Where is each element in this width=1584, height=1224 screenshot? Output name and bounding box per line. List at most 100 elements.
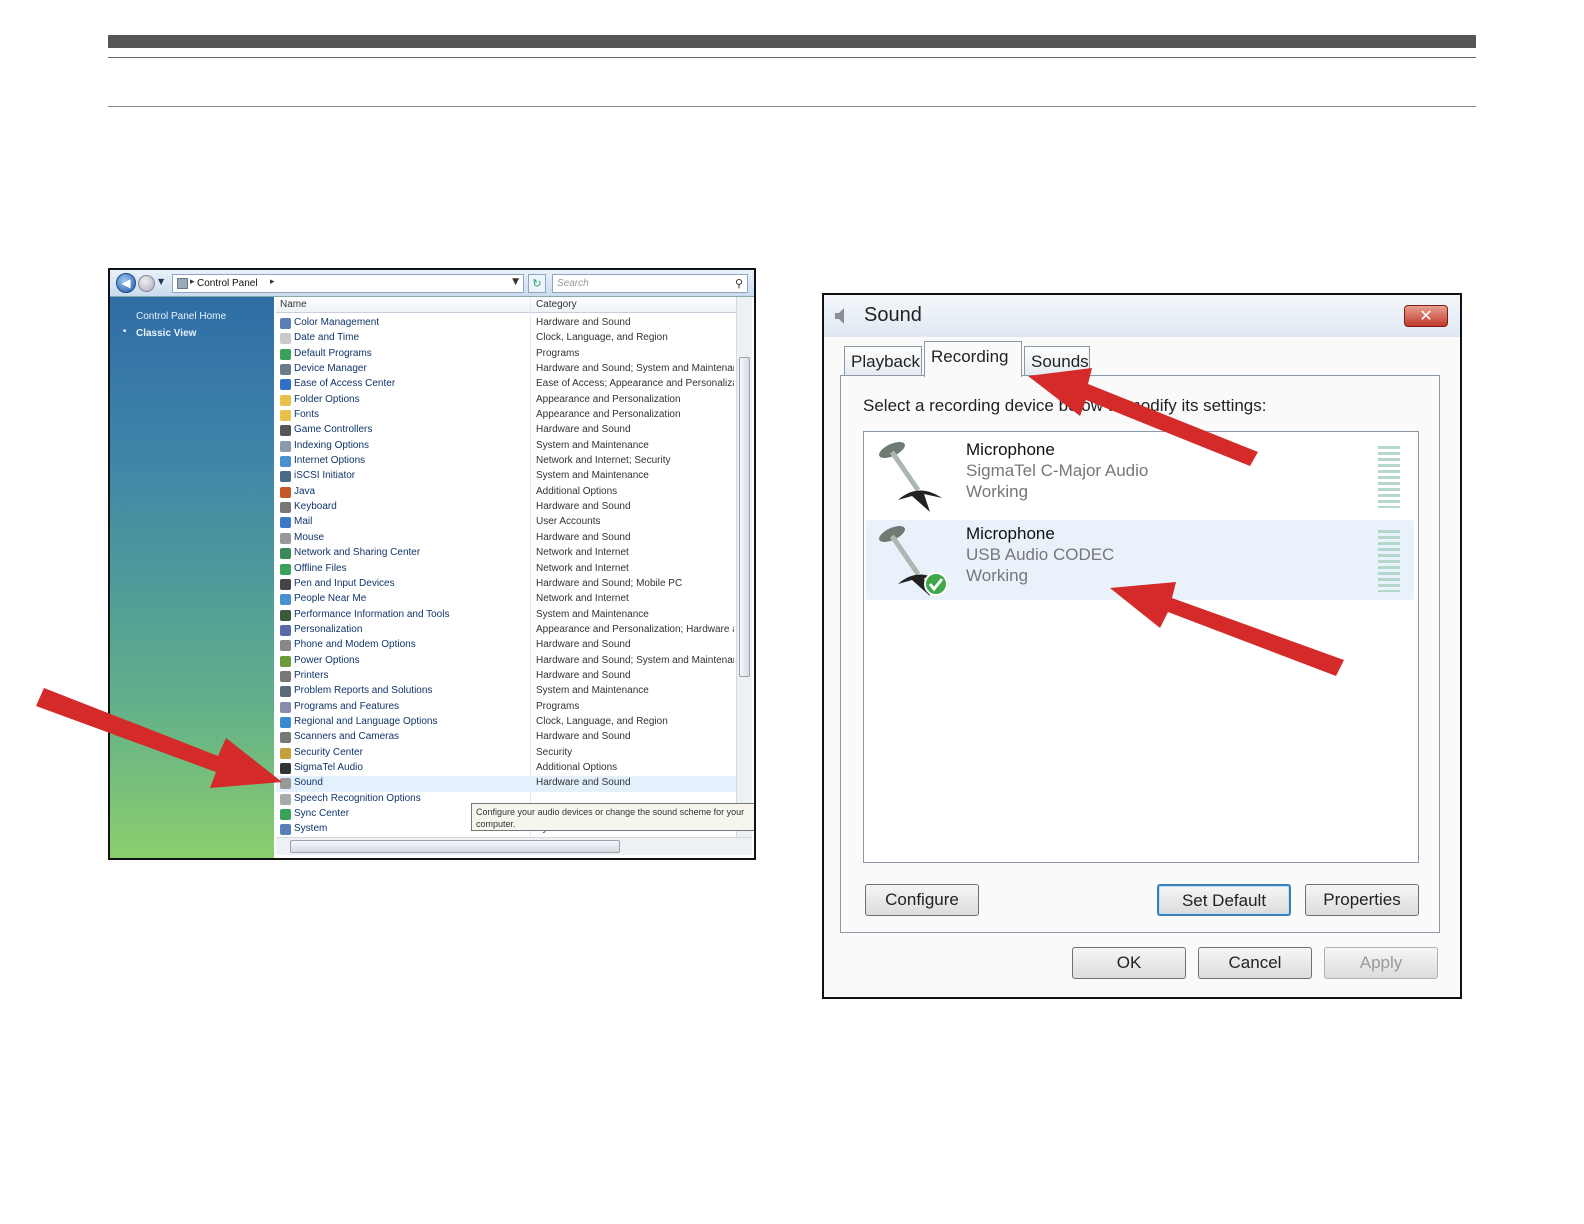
item-name: People Near Me (294, 593, 367, 605)
device-driver: USB Audio CODEC (966, 545, 1115, 564)
header-rule-thick (108, 35, 1476, 48)
list-item[interactable]: Programs and Features Programs (276, 700, 736, 715)
device-status: Working (966, 566, 1029, 585)
list-item[interactable]: Regional and Language Options Clock, Lang… (276, 715, 736, 730)
item-name: SigmaTel Audio (294, 761, 363, 773)
list-item[interactable]: Keyboard Hardware and Sound (276, 500, 736, 515)
history-dropdown-icon[interactable]: ▼ (158, 277, 164, 286)
column-name[interactable]: Name (280, 299, 307, 310)
set-default-button[interactable]: Set Default (1157, 884, 1291, 916)
address-bar: ◀ ▼ ▸ Control Panel ▸ ▼ ↻ Search ⚲ (110, 270, 754, 297)
forward-arrow-icon[interactable] (138, 275, 155, 292)
list-item[interactable]: Offline Files Network and Internet (276, 562, 736, 577)
back-arrow-icon[interactable]: ◀ (116, 273, 136, 293)
configure-button[interactable]: Configure (865, 884, 979, 916)
item-category: Hardware and Sound (536, 777, 631, 789)
list-item[interactable]: Phone and Modem Options Hardware and Soun… (276, 638, 736, 653)
search-input[interactable]: Search ⚲ (552, 274, 748, 293)
item-icon (280, 486, 291, 498)
item-icon (280, 318, 291, 329)
sidebar-link-control-panel-home[interactable]: Control Panel Home (136, 311, 226, 322)
title-bar: Sound ✕ (824, 295, 1460, 337)
list-item[interactable]: Performance Information and Tools System … (276, 608, 736, 623)
item-icon (280, 686, 291, 698)
item-category: Programs (536, 347, 580, 359)
vertical-scrollbar[interactable] (736, 297, 752, 837)
list-item[interactable]: Ease of Access Center Ease of Access; App… (276, 377, 736, 392)
item-category: Hardware and Sound; System and Maintenan… (536, 363, 734, 375)
item-icon (280, 548, 291, 560)
scroll-thumb[interactable] (739, 357, 750, 677)
list-item[interactable]: Default Programs Programs (276, 347, 736, 362)
scroll-thumb-horizontal[interactable] (290, 840, 620, 853)
address-dropdown-icon[interactable]: ▼ (512, 277, 519, 287)
list-item[interactable]: Color Management Hardware and Sound (276, 316, 736, 331)
list-item[interactable]: iSCSI Initiator System and Maintenance (276, 469, 736, 484)
item-category: System and Maintenance (536, 608, 649, 620)
search-icon[interactable]: ⚲ (735, 277, 743, 290)
list-item[interactable]: Indexing Options System and Maintenance (276, 439, 736, 454)
list-item[interactable]: People Near Me Network and Internet (276, 592, 736, 607)
ok-button[interactable]: OK (1072, 947, 1186, 979)
item-category: Appearance and Personalization (536, 393, 681, 405)
breadcrumb[interactable]: ▸ Control Panel ▸ ▼ (172, 274, 524, 293)
microphone-icon (879, 525, 948, 596)
list-item[interactable]: Problem Reports and Solutions System and … (276, 684, 736, 699)
item-name: Pen and Input Devices (294, 577, 395, 589)
close-icon[interactable]: ✕ (1404, 305, 1448, 327)
list-item[interactable]: Network and Sharing Center Network and In… (276, 546, 736, 561)
header-rule-thin (108, 57, 1476, 58)
item-icon (280, 809, 291, 820)
list-item[interactable]: Printers Hardware and Sound (276, 669, 736, 684)
device-driver: SigmaTel C-Major Audio (966, 461, 1149, 480)
device-list: Microphone SigmaTel C-Major Audio Workin… (863, 431, 1419, 863)
item-category: Additional Options (536, 761, 618, 773)
device-item-selected[interactable]: Microphone USB Audio CODEC Working (866, 520, 1414, 600)
tab-recording[interactable]: Recording (924, 341, 1022, 377)
list-item[interactable]: Internet Options Network and Internet; Se… (276, 454, 736, 469)
tab-playback[interactable]: Playback (844, 346, 922, 376)
list-item[interactable]: Device Manager Hardware and Sound; System… (276, 362, 736, 377)
horizontal-scrollbar[interactable] (276, 837, 752, 855)
item-category: Clock, Language, and Region (536, 715, 668, 727)
refresh-icon[interactable]: ↻ (528, 274, 546, 293)
breadcrumb-control-panel[interactable]: Control Panel (197, 278, 258, 289)
column-category[interactable]: Category (536, 299, 577, 310)
control-panel-icon (177, 278, 188, 289)
item-icon (280, 425, 291, 437)
sound-dialog: Sound ✕ Playback Recording Sounds Select… (822, 293, 1462, 999)
properties-button[interactable]: Properties (1305, 884, 1419, 916)
item-name: Date and Time (294, 332, 360, 344)
item-name: Keyboard (294, 501, 337, 513)
list-item[interactable]: Java Additional Options (276, 485, 736, 500)
item-icon (280, 793, 291, 805)
cancel-button[interactable]: Cancel (1198, 947, 1312, 979)
list-item[interactable]: Folder Options Appearance and Personaliza… (276, 393, 736, 408)
list-item[interactable]: Mouse Hardware and Sound (276, 531, 736, 546)
device-item[interactable]: Microphone SigmaTel C-Major Audio Workin… (866, 436, 1414, 516)
list-item[interactable]: Fonts Appearance and Personalization (276, 408, 736, 423)
tab-sounds[interactable]: Sounds (1024, 346, 1090, 376)
list-item[interactable]: Scanners and Cameras Hardware and Sound (276, 730, 736, 745)
item-icon (280, 364, 291, 376)
item-icon (280, 624, 291, 636)
list-item[interactable]: Security Center Security (276, 746, 736, 761)
list-item[interactable]: Mail User Accounts (276, 515, 736, 530)
list-item[interactable]: Sound Hardware and Sound (276, 776, 736, 792)
sidebar-link-classic-view[interactable]: Classic View (136, 328, 196, 339)
list-item[interactable]: Game Controllers Hardware and Sound (276, 423, 736, 438)
item-icon (280, 747, 291, 759)
search-placeholder: Search (557, 278, 589, 289)
list-item[interactable]: Pen and Input Devices Hardware and Sound;… (276, 577, 736, 592)
list-item[interactable]: Personalization Appearance and Personaliz… (276, 623, 736, 638)
item-name: Java (294, 485, 316, 497)
list-item[interactable]: Date and Time Clock, Language, and Region (276, 331, 736, 346)
item-category: System and Maintenance (536, 470, 649, 482)
item-icon (280, 716, 291, 728)
item-list: Name Category Color Management Hardware a… (276, 297, 754, 858)
item-name: Programs and Features (294, 700, 400, 712)
list-item[interactable]: SigmaTel Audio Additional Options (276, 761, 736, 776)
item-category: Network and Internet (536, 547, 629, 559)
breadcrumb-chevron-icon[interactable]: ▸ (270, 277, 275, 287)
list-item[interactable]: Power Options Hardware and Sound; System … (276, 654, 736, 669)
